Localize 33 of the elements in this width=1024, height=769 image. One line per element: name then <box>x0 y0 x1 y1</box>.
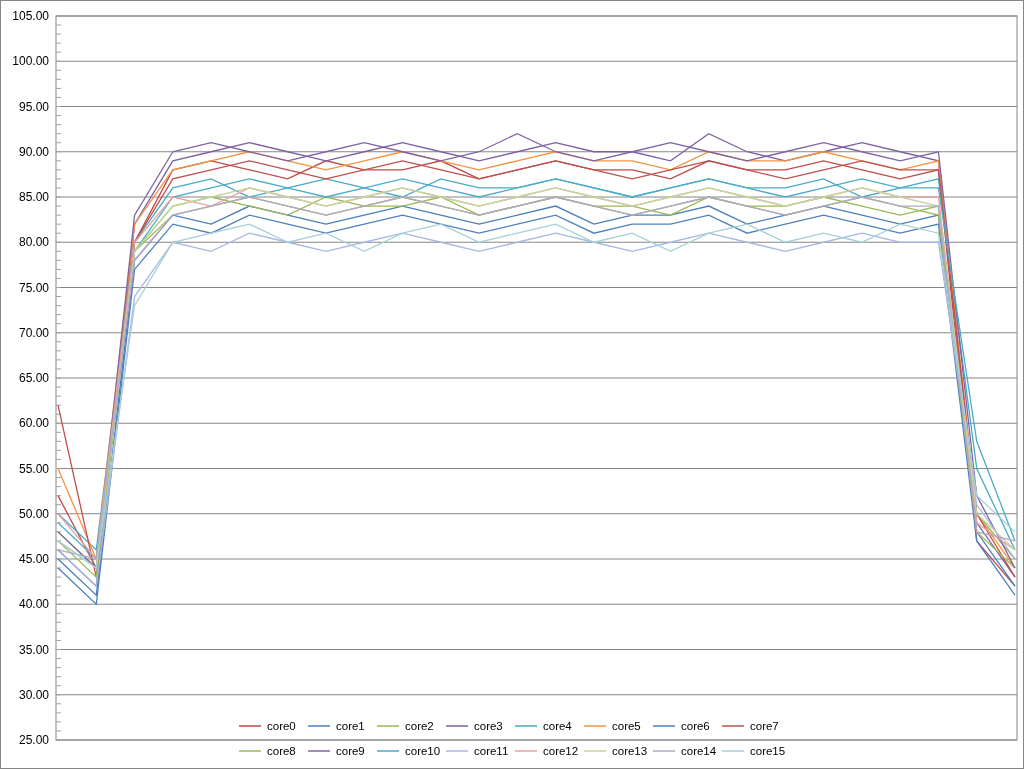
axis-tick-label: 45.00 <box>18 552 49 566</box>
axis-tick-label: 85.00 <box>18 190 49 204</box>
legend-label: core12 <box>543 745 579 757</box>
axis-tick-label: 30.00 <box>18 687 49 702</box>
legend-label: core0 <box>267 720 296 732</box>
legend-label: core10 <box>405 745 441 757</box>
axis-tick-label: 55.00 <box>18 461 49 476</box>
axis-tick-label: 40.00 <box>18 597 49 612</box>
legend-label: core7 <box>750 720 779 732</box>
legend-label: core3 <box>474 720 503 732</box>
axis-tick-label: 75.00 <box>18 280 49 295</box>
legend-label: core4 <box>543 720 572 732</box>
axis-tick-label: 100.00 <box>12 54 49 69</box>
legend-label: core9 <box>336 745 365 757</box>
axis-tick-label: 35.00 <box>18 642 49 657</box>
legend-label: core13 <box>612 745 648 757</box>
legend-label: core8 <box>267 745 296 757</box>
axis-tick-label: 50.00 <box>18 506 49 521</box>
legend-label: core11 <box>474 745 509 757</box>
legend-label: core2 <box>405 720 434 732</box>
axis-tick-label: 105.00 <box>12 9 49 23</box>
axis-tick-label: 25.00 <box>18 733 49 747</box>
axis-tick-label: 65.00 <box>18 371 49 385</box>
axis-tick-label: 60.00 <box>18 416 49 431</box>
legend-label: core6 <box>681 720 710 732</box>
axis-tick-label: 95.00 <box>18 99 49 114</box>
axis-tick-label: 90.00 <box>18 144 49 159</box>
axis-tick-label: 70.00 <box>18 325 49 340</box>
legend-label: core14 <box>681 745 717 757</box>
legend-label: core15 <box>750 745 786 757</box>
legend-label: core5 <box>612 720 641 732</box>
legend-label: core1 <box>336 720 365 732</box>
axis-tick-label: 80.00 <box>18 235 49 250</box>
